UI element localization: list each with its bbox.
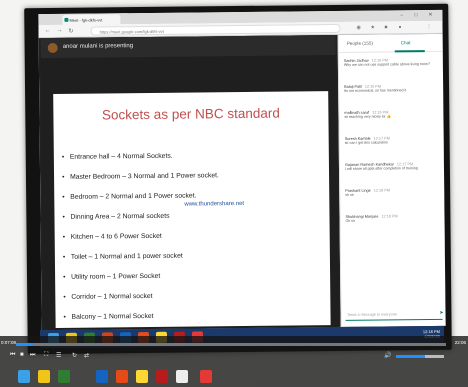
list-item: Entrance hall – 4 Normal Sockets.	[62, 151, 322, 174]
chat-message: Suresh Kamble 12:17 PM sir can I get this…	[340, 133, 444, 160]
start-icon[interactable]	[18, 370, 30, 383]
message-time: 12:18 PM	[373, 188, 391, 193]
panel-tabs: People (155) Chat	[338, 33, 443, 53]
minimize-icon[interactable]: –	[400, 12, 403, 18]
volume-icon[interactable]: 🔊	[384, 352, 391, 359]
chat-message: Gajanan Ramesh Kandhekar 12:17 PM I will …	[340, 159, 444, 186]
tab-title: Meet - fgk-dkfs-vvt	[69, 17, 103, 23]
chat-message: Balaji Patil 12:16 PM Its not economical,…	[339, 81, 443, 108]
slide-bullets: Entrance hall – 4 Normal Sockets. Master…	[62, 151, 324, 330]
chat-message: Prashant Linge 12:18 PM ok sir	[340, 185, 444, 212]
photo-frame: Meet - fgk-dkfs-vvt – □ ✕ ← → ↻ https://…	[0, 0, 468, 387]
send-icon[interactable]: ➤	[439, 310, 443, 316]
extension-icon[interactable]: ■	[384, 24, 387, 30]
presentation-stage: anoar mulani is presenting Sockets as pe…	[40, 35, 339, 331]
browser-tab[interactable]: Meet - fgk-dkfs-vvt	[62, 14, 121, 25]
side-panel: People (155) Chat Sachin Jadhav 12:16 PM …	[337, 33, 446, 327]
stop-icon[interactable]: ■	[20, 352, 24, 358]
maximize-icon[interactable]: □	[414, 12, 417, 18]
pdf-icon[interactable]	[156, 370, 168, 383]
fullscreen-icon[interactable]: ⛶	[44, 352, 48, 359]
explorer-icon[interactable]	[38, 370, 50, 383]
message-text: Its not economical, sir has mentioned it	[344, 88, 407, 93]
playlist-icon[interactable]: ☰	[56, 352, 61, 359]
tab-people[interactable]: People (155)	[347, 41, 373, 46]
seek-progress	[16, 343, 34, 346]
volume-slider[interactable]	[396, 355, 444, 358]
message-text: Ok sir	[345, 218, 355, 223]
app-icon[interactable]	[116, 370, 128, 383]
video-player-bar: 0:07:08 22:06 ⏮ ■ ⏭ ⛶ ☰ ↻ ⇄ 🔊	[0, 336, 468, 387]
elapsed-time: 0:07:08	[1, 340, 17, 345]
shuffle-icon[interactable]: ⇄	[84, 352, 89, 359]
tab-chat[interactable]: Chat	[401, 40, 411, 45]
list-item: Toilet – 1 Normal and 1 power socket	[63, 251, 323, 274]
loop-icon[interactable]: ↻	[72, 352, 77, 359]
extension-icon[interactable]: ★	[370, 25, 375, 31]
list-item: Dinning Area – 2 Normal sockets	[62, 211, 322, 234]
message-text: sir can I get this calculation	[344, 140, 388, 145]
back-icon[interactable]: ←	[45, 28, 51, 34]
list-item: Utility room – 1 Power Socket	[63, 271, 323, 294]
close-icon[interactable]: ✕	[428, 12, 432, 18]
forward-icon[interactable]: →	[57, 28, 63, 34]
reload-icon[interactable]: ↻	[69, 28, 74, 35]
host-taskbar	[0, 366, 468, 387]
slide-title: Sockets as per NBC standard	[101, 105, 280, 123]
next-icon[interactable]: ⏭	[30, 352, 35, 359]
list-item: Master Bedroom – 3 Normal and 1 Power so…	[62, 171, 322, 194]
avatar	[47, 42, 58, 54]
url-field[interactable]: https://meet.google.com/fgk-dkfs-vvt	[90, 23, 341, 36]
message-text: I will share all ppts after completion o…	[344, 166, 418, 171]
chrome-icon[interactable]	[136, 370, 148, 383]
extension-icon[interactable]: ◉	[356, 25, 360, 31]
total-time: 22:06	[454, 340, 466, 345]
watermark: www.thundershare.net	[184, 200, 245, 208]
shared-slide: Sockets as per NBC standard Entrance hal…	[53, 91, 331, 330]
seek-bar[interactable]	[16, 343, 446, 346]
extension-icon[interactable]: ●	[398, 24, 401, 30]
chat-message: mallinath saraf 12:16 PM sir teaching ver…	[339, 107, 443, 134]
list-item: Corridor – 1 Normal socket	[63, 291, 323, 314]
message-time: 12:18 PM	[381, 214, 398, 219]
list-item: Kitchen – 4 to 6 Power Socket	[63, 231, 323, 254]
active-tab-indicator	[394, 50, 425, 53]
browser-window: Meet - fgk-dkfs-vvt – □ ✕ ← → ↻ https://…	[38, 9, 446, 331]
message-text: sir teaching very nicely sir 👍	[344, 114, 392, 119]
presenter-bar: anoar mulani is presenting	[40, 35, 336, 59]
excel-icon[interactable]	[58, 370, 70, 383]
meet-favicon-icon	[64, 17, 69, 22]
previous-icon[interactable]: ⏮	[10, 352, 15, 359]
chat-list: Sachin Jadhav 12:16 PM Why we can not use…	[339, 55, 445, 238]
powerpoint-icon[interactable]	[200, 370, 212, 383]
chat-message: Sachin Jadhav 12:16 PM Why we can not use…	[339, 55, 443, 82]
chat-input[interactable]: Send a message to everyone	[345, 309, 443, 321]
volume-level	[396, 355, 425, 358]
presenter-label: anoar mulani is presenting	[62, 43, 134, 50]
message-text: Why we can not use support cable above l…	[343, 62, 431, 67]
chat-message: Shubhangi Manjare 12:18 PM Ok sir	[340, 211, 444, 238]
meet-content: anoar mulani is presenting Sockets as pe…	[38, 33, 446, 331]
app-icon[interactable]	[176, 370, 188, 383]
word-icon[interactable]	[96, 370, 108, 383]
message-text: ok sir	[345, 192, 354, 197]
menu-icon[interactable]: ⋮	[426, 24, 431, 30]
